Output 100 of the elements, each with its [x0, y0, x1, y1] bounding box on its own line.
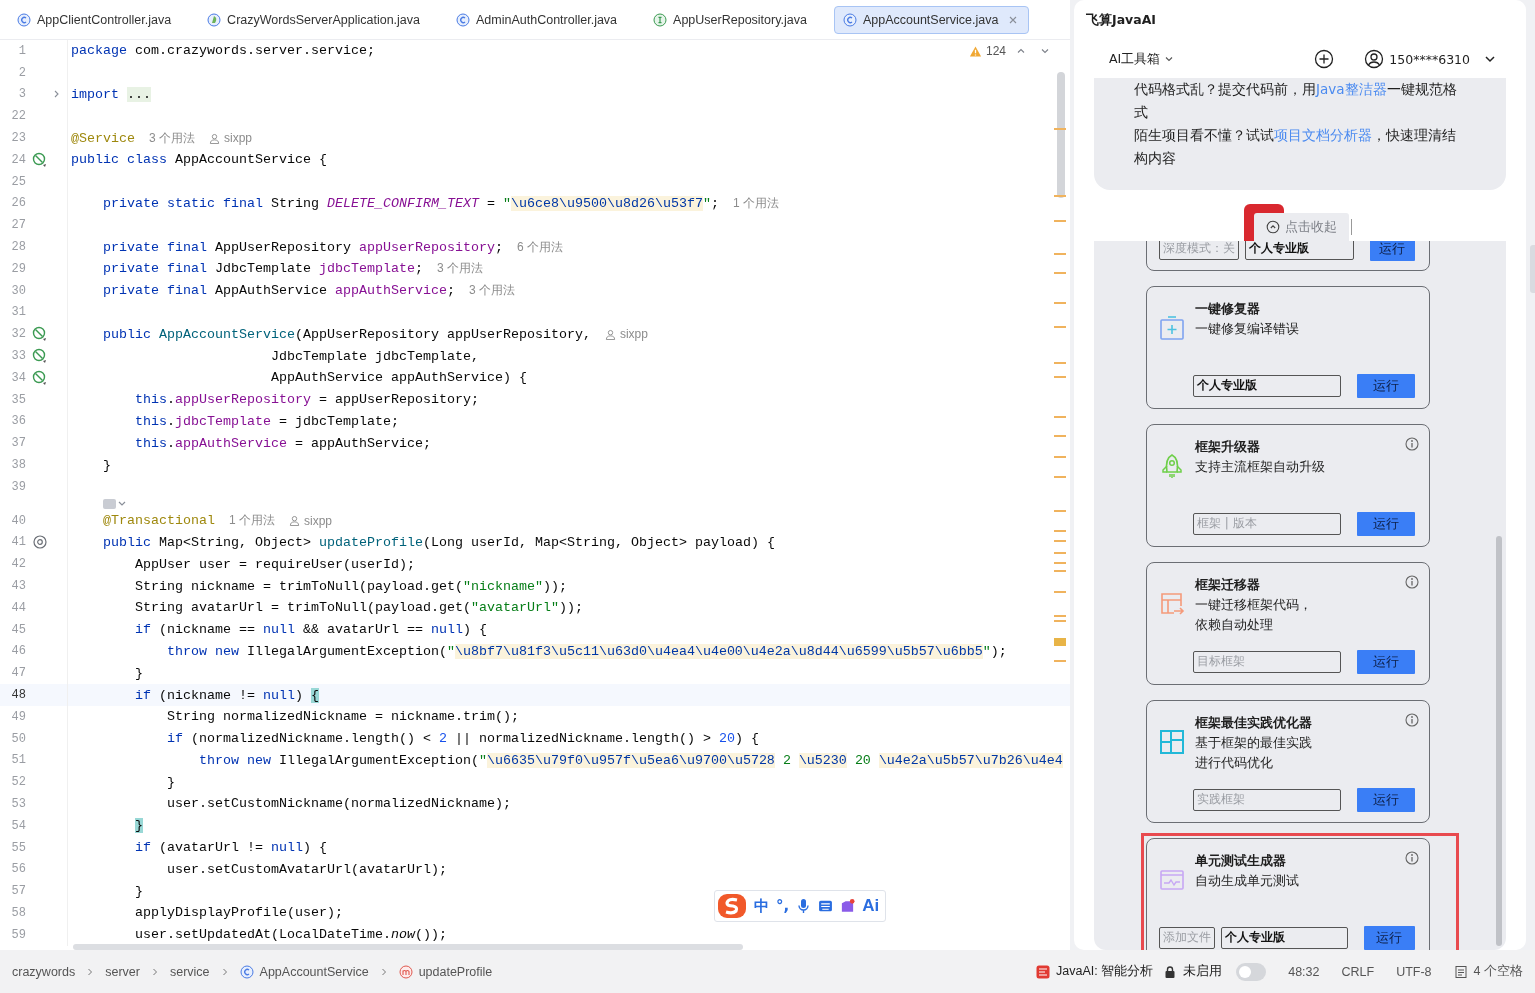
input-field[interactable]: 个人专业版: [1221, 927, 1348, 949]
run-button[interactable]: 运行: [1357, 512, 1415, 536]
usages-hint[interactable]: 1 个用法: [732, 194, 779, 212]
warning-stripe[interactable]: [1054, 326, 1066, 328]
add-file-button[interactable]: 添加文件: [1159, 927, 1215, 949]
warning-stripe[interactable]: [1054, 620, 1066, 622]
editor-tab[interactable]: AdminAuthController.java: [447, 5, 629, 34]
warning-stripe[interactable]: [1054, 510, 1066, 512]
breadcrumb-item[interactable]: AppAccountService: [259, 964, 369, 979]
ime-logo-icon[interactable]: [717, 893, 747, 919]
punctuation-toggle[interactable]: °,: [776, 897, 790, 915]
account-name[interactable]: 150****6310: [1389, 51, 1470, 67]
author-hint[interactable]: sixpp: [304, 513, 332, 528]
warning-stripe[interactable]: [1054, 562, 1066, 564]
usages-hint[interactable]: 3 个用法: [149, 129, 195, 147]
breadcrumb-item[interactable]: service: [169, 964, 210, 979]
warning-stripe[interactable]: [1054, 456, 1066, 458]
warning-stripe[interactable]: [1054, 530, 1066, 532]
usages-hint[interactable]: 3 个用法: [468, 282, 515, 300]
info-icon[interactable]: [1405, 437, 1419, 451]
add-icon[interactable]: [1314, 49, 1335, 69]
warning-icon[interactable]: [968, 44, 982, 58]
scrollbar-thumb[interactable]: [1496, 536, 1502, 946]
input-field[interactable]: 个人专业版: [1245, 241, 1354, 260]
tool-link[interactable]: 项目文档分析器: [1274, 127, 1372, 143]
input-field[interactable]: 个人专业版: [1193, 375, 1341, 397]
editor-tab[interactable]: AppUserRepository.java: [644, 5, 818, 34]
ai-button[interactable]: Ai: [862, 896, 880, 916]
breadcrumb-item[interactable]: crazywords: [12, 964, 76, 979]
run-button[interactable]: 运行: [1369, 241, 1415, 261]
cursor-position[interactable]: 48:32: [1288, 964, 1320, 979]
warning-stripe[interactable]: [1054, 272, 1066, 274]
file-encoding[interactable]: UTF-8: [1396, 964, 1432, 979]
warning-stripe[interactable]: [1054, 302, 1066, 304]
warning-stripe[interactable]: [1054, 195, 1066, 197]
editor-tab[interactable]: CrazyWordsServerApplication.java: [198, 5, 431, 34]
person-icon: [604, 328, 616, 340]
bean-icon[interactable]: [32, 348, 48, 365]
toolbox-dropdown[interactable]: AI工具箱: [1109, 50, 1161, 68]
scrollbar-thumb[interactable]: [73, 944, 743, 950]
author-hint[interactable]: sixpp: [224, 131, 253, 146]
line-number: 33: [10, 349, 26, 364]
warning-stripe[interactable]: [1054, 552, 1066, 554]
ai-status[interactable]: JavaAI: 智能分析: [1056, 963, 1154, 980]
author-hint[interactable]: sixpp: [619, 327, 648, 342]
info-icon[interactable]: [1405, 713, 1419, 727]
warning-stripe[interactable]: [1054, 591, 1066, 593]
warning-stripe[interactable]: [1054, 570, 1066, 572]
previous-icon[interactable]: [1016, 46, 1026, 56]
bean-icon[interactable]: [32, 326, 48, 343]
lock-status: 未启用: [1183, 963, 1223, 980]
warning-stripe[interactable]: [1054, 435, 1066, 437]
usages-hint[interactable]: 1 个用法: [229, 512, 275, 530]
input-field[interactable]: 目标框架: [1193, 651, 1341, 673]
info-icon[interactable]: [1405, 851, 1419, 865]
warning-count[interactable]: 124: [985, 44, 1006, 58]
info-icon[interactable]: [1405, 575, 1419, 589]
editor-tab[interactable]: AppAccountService.java: [833, 5, 1030, 34]
code-line: private static final String DELETE_CONFIRM_TEXT = "\u6ce8\u9500\u8d26\u53f7";: [102, 196, 719, 210]
run-button[interactable]: 运行: [1357, 650, 1415, 674]
next-icon[interactable]: [1040, 46, 1050, 56]
warning-stripe[interactable]: [1054, 615, 1066, 617]
run-button[interactable]: 运行: [1357, 374, 1415, 398]
warning-stripe[interactable]: [1054, 128, 1066, 130]
user-icon[interactable]: [1364, 49, 1385, 69]
close-icon[interactable]: [1008, 14, 1019, 25]
usages-hint[interactable]: 6 个用法: [516, 238, 563, 256]
warning-stripe[interactable]: [1054, 476, 1066, 478]
skin-icon[interactable]: [840, 898, 856, 914]
line-ending[interactable]: CRLF: [1341, 964, 1375, 979]
bean-icon[interactable]: [32, 151, 48, 168]
warning-stripe[interactable]: [1054, 638, 1066, 646]
warning-stripe[interactable]: [1054, 660, 1066, 662]
warning-stripe[interactable]: [1054, 376, 1066, 378]
chevron-down-icon[interactable]: [1484, 53, 1496, 65]
warning-stripe[interactable]: [1054, 220, 1066, 222]
bean-icon[interactable]: [32, 369, 48, 386]
warning-stripe[interactable]: [1054, 416, 1066, 418]
editor-tab[interactable]: AppClientController.java: [8, 5, 183, 34]
keyboard-icon[interactable]: [818, 898, 834, 914]
run-button[interactable]: 运行: [1363, 926, 1415, 950]
warning-stripe[interactable]: [1054, 253, 1066, 255]
tool-link[interactable]: Java整洁器: [1316, 81, 1387, 97]
run-button[interactable]: 运行: [1357, 788, 1415, 812]
warning-stripe[interactable]: [1054, 540, 1066, 542]
plugin-logo-icon[interactable]: [1036, 964, 1051, 979]
line-number: 29: [10, 261, 26, 276]
line-number: 31: [10, 305, 26, 320]
breadcrumb-item[interactable]: updateProfile: [418, 964, 493, 979]
toggle-switch[interactable]: [1236, 962, 1267, 981]
code-line: applyDisplayProfile(user);: [134, 906, 343, 920]
ai-hint-icon[interactable]: [103, 497, 127, 510]
breadcrumb-item[interactable]: server: [105, 964, 140, 979]
collapse-button[interactable]: 点击收起: [1254, 213, 1349, 241]
warning-stripe[interactable]: [1054, 362, 1066, 364]
indent-setting[interactable]: 4 个空格: [1473, 963, 1523, 980]
scrollbar-thumb[interactable]: [1057, 72, 1065, 198]
language-toggle[interactable]: 中: [754, 896, 769, 916]
usages-hint[interactable]: 3 个用法: [436, 260, 483, 278]
mode-selector[interactable]: 深度模式：关: [1159, 241, 1239, 260]
